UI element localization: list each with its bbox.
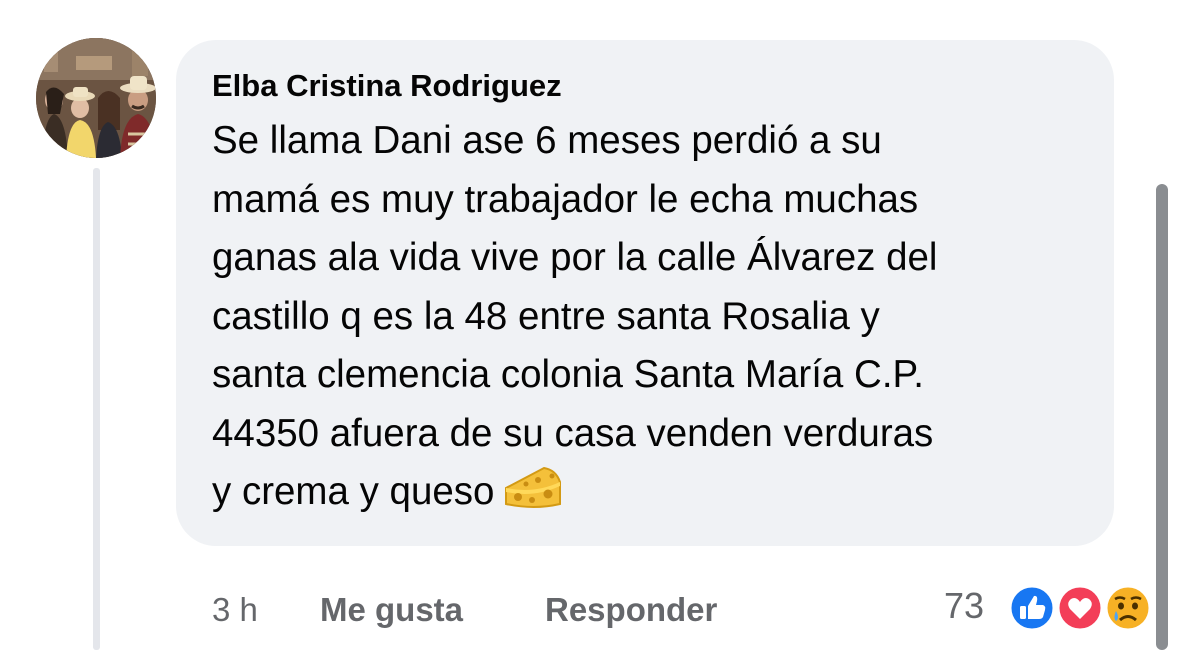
- sad-reaction-icon: [1104, 584, 1152, 632]
- comment-text-line: ganas ala vida vive por la calle Álvarez…: [212, 236, 938, 279]
- love-reaction-icon: [1056, 584, 1104, 632]
- comment-text-line: 44350 afuera de su casa venden verduras: [212, 411, 934, 455]
- comment-text: Se llama Dani ase 6 meses perdió a su ma…: [212, 112, 1102, 528]
- profile-photo: [36, 38, 156, 158]
- comment-text-line: santa clemencia colonia Santa María C.P.: [212, 353, 924, 396]
- comment-text-line: Se llama Dani ase 6 meses perdió a su: [212, 119, 882, 162]
- comment-text-line: castillo q es la 48 entre santa Rosalia …: [212, 294, 880, 338]
- reaction-count[interactable]: 73: [944, 584, 984, 628]
- comment-text-line: y crema y queso: [212, 470, 495, 513]
- comment-timestamp[interactable]: 3 h: [212, 588, 258, 632]
- scrollbar[interactable]: [1156, 184, 1168, 650]
- comment-author[interactable]: Elba Cristina Rodriguez: [212, 66, 562, 106]
- avatar[interactable]: [36, 38, 156, 158]
- like-button[interactable]: Me gusta: [320, 588, 463, 632]
- cheese-icon: [504, 464, 562, 528]
- like-reaction-icon: [1008, 584, 1056, 632]
- thread-connector-line: [93, 168, 100, 650]
- reaction-summary[interactable]: [1008, 584, 1158, 634]
- comment-text-line-last: y crema y queso: [212, 463, 1102, 528]
- reply-button[interactable]: Responder: [545, 588, 717, 632]
- comment-text-line: mamá es muy trabajador le echa muchas: [212, 177, 919, 221]
